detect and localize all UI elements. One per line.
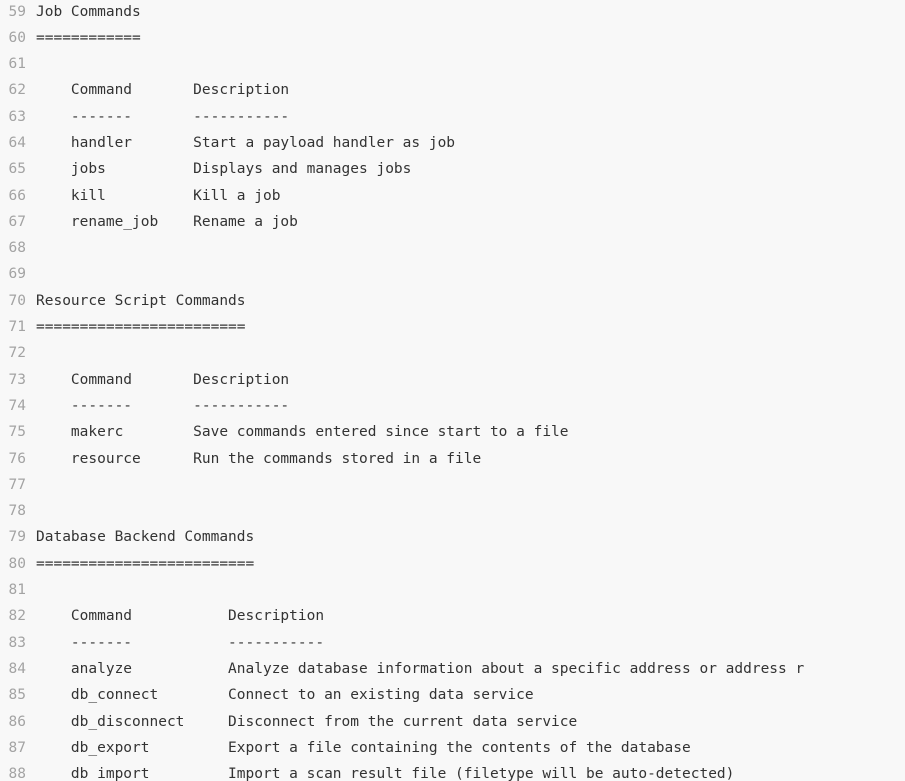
code-line: 72 xyxy=(0,340,905,366)
code-line: 78 xyxy=(0,498,905,524)
code-line: 70 Resource Script Commands xyxy=(0,288,905,314)
line-number: 75 xyxy=(8,424,26,441)
code-line: 75 makerc Save commands entered since st… xyxy=(0,419,905,445)
code-text: db_connect Connect to an existing data s… xyxy=(36,687,534,704)
line-number: 72 xyxy=(8,345,26,362)
code-line: 80 ========================= xyxy=(0,551,905,577)
line-number: 83 xyxy=(8,634,26,651)
line-number: 85 xyxy=(8,687,26,704)
code-line: 84 analyze Analyze database information … xyxy=(0,656,905,682)
line-number: 66 xyxy=(8,187,26,204)
code-text: db_disconnect Disconnect from the curren… xyxy=(36,713,578,730)
line-number: 82 xyxy=(8,608,26,625)
line-number: 81 xyxy=(8,582,26,599)
line-number: 69 xyxy=(8,266,26,283)
line-number: 61 xyxy=(8,56,26,73)
line-number: 64 xyxy=(8,134,26,151)
code-text: ======================== xyxy=(36,319,246,336)
line-number: 70 xyxy=(8,292,26,309)
line-number: 71 xyxy=(8,319,26,336)
code-text: analyze Analyze database information abo… xyxy=(36,660,805,677)
line-number: 79 xyxy=(8,529,26,546)
line-number: 62 xyxy=(8,82,26,99)
code-line: 66 kill Kill a job xyxy=(0,183,905,209)
code-text: kill Kill a job xyxy=(36,187,281,204)
code-line: 79 Database Backend Commands xyxy=(0,524,905,550)
line-number: 60 xyxy=(8,29,26,46)
code-text: rename_job Rename a job xyxy=(36,213,298,230)
line-number: 74 xyxy=(8,397,26,414)
code-text: ------- ----------- xyxy=(36,634,325,651)
code-line: 63 ------- ----------- xyxy=(0,104,905,130)
code-text: ------- ----------- xyxy=(36,397,290,414)
code-line: 74 ------- ----------- xyxy=(0,393,905,419)
code-line: 73 Command Description xyxy=(0,367,905,393)
code-line: 69 xyxy=(0,261,905,287)
line-number: 88 xyxy=(8,766,26,781)
code-line: 65 jobs Displays and manages jobs xyxy=(0,156,905,182)
code-text: makerc Save commands entered since start… xyxy=(36,424,569,441)
line-number: 59 xyxy=(8,3,26,20)
code-line: 86 db_disconnect Disconnect from the cur… xyxy=(0,709,905,735)
code-line: 88 db_import Import a scan result file (… xyxy=(0,761,905,781)
code-text: Resource Script Commands xyxy=(36,292,246,309)
code-text: ------- ----------- xyxy=(36,108,290,125)
line-number: 65 xyxy=(8,161,26,178)
code-line: 81 xyxy=(0,577,905,603)
code-line: 64 handler Start a payload handler as jo… xyxy=(0,130,905,156)
code-text: ========================= xyxy=(36,555,255,572)
line-number: 78 xyxy=(8,503,26,520)
line-number: 80 xyxy=(8,555,26,572)
code-text: jobs Displays and manages jobs xyxy=(36,161,412,178)
code-text: Command Description xyxy=(36,82,290,99)
line-number: 63 xyxy=(8,108,26,125)
code-line: 77 xyxy=(0,472,905,498)
code-line: 71 ======================== xyxy=(0,314,905,340)
code-text: resource Run the commands stored in a fi… xyxy=(36,450,482,467)
code-text: Job Commands xyxy=(36,3,141,20)
code-line: 62 Command Description xyxy=(0,77,905,103)
line-number: 68 xyxy=(8,240,26,257)
line-number: 76 xyxy=(8,450,26,467)
code-viewer: 59 Job Commands 60 ============ 61 62 Comm… xyxy=(0,0,905,781)
line-number: 84 xyxy=(8,660,26,677)
code-line: 85 db_connect Connect to an existing dat… xyxy=(0,682,905,708)
code-line: 67 rename_job Rename a job xyxy=(0,209,905,235)
code-text: handler Start a payload handler as job xyxy=(36,134,456,151)
code-text: db_import Import a scan result file (fil… xyxy=(36,766,735,781)
code-line: 76 resource Run the commands stored in a… xyxy=(0,446,905,472)
code-line: 68 xyxy=(0,235,905,261)
line-number: 73 xyxy=(8,371,26,388)
line-number: 87 xyxy=(8,739,26,756)
code-text: ============ xyxy=(36,29,141,46)
code-line: 61 xyxy=(0,51,905,77)
code-text: Command Description xyxy=(36,371,290,388)
code-line: 60 ============ xyxy=(0,25,905,51)
line-number: 67 xyxy=(8,213,26,230)
code-line: 87 db_export Export a file containing th… xyxy=(0,735,905,761)
line-number: 86 xyxy=(8,713,26,730)
code-text: db_export Export a file containing the c… xyxy=(36,739,691,756)
code-line: 82 Command Description xyxy=(0,603,905,629)
code-line: 59 Job Commands xyxy=(0,0,905,25)
code-text: Database Backend Commands xyxy=(36,529,255,546)
code-line: 83 ------- ----------- xyxy=(0,630,905,656)
line-number: 77 xyxy=(8,476,26,493)
code-text: Command Description xyxy=(36,608,325,625)
